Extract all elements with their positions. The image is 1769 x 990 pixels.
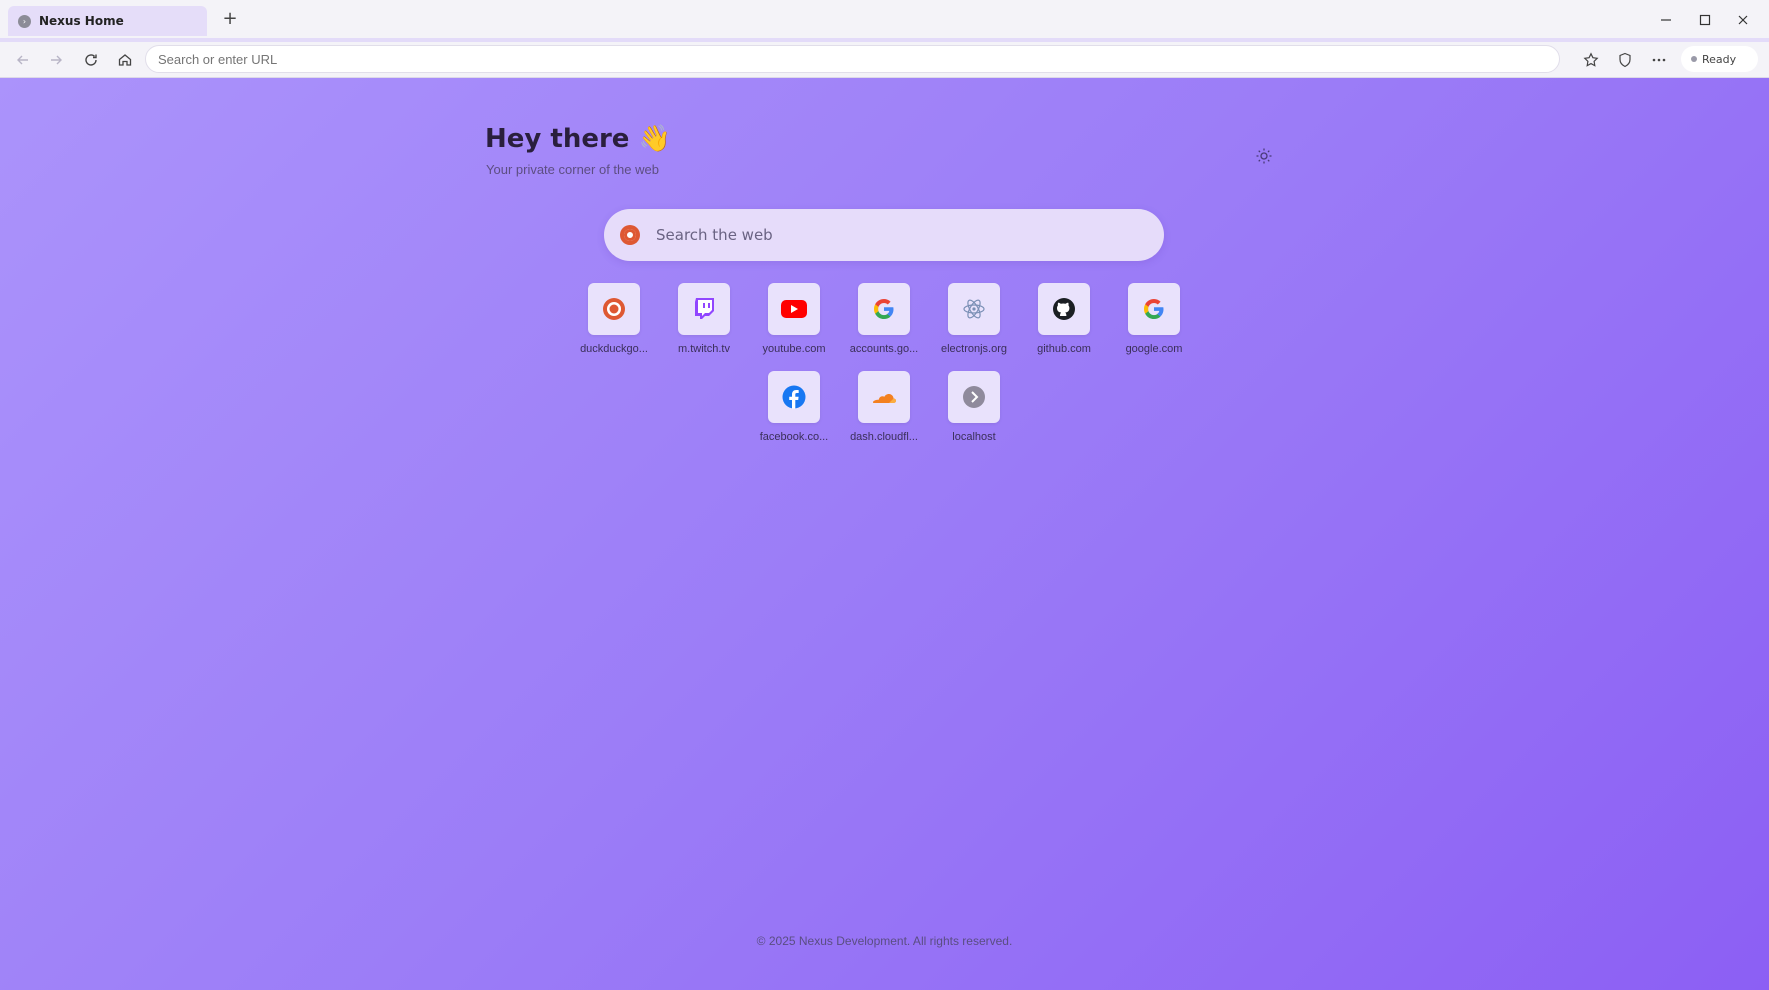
tab-nexus-home[interactable]: › Nexus Home bbox=[8, 6, 207, 36]
shortcut-label: m.twitch.tv bbox=[678, 343, 730, 355]
status-dot bbox=[1691, 56, 1697, 62]
home-button[interactable] bbox=[113, 48, 137, 72]
arrow-right-icon bbox=[51, 55, 62, 65]
shortcut-accounts-google[interactable]: accounts.go... bbox=[836, 283, 926, 363]
shortcut-label: youtube.com bbox=[762, 343, 826, 355]
close-button[interactable] bbox=[1731, 8, 1755, 32]
shortcut-cloudflare[interactable]: dash.cloudfl... bbox=[836, 371, 926, 451]
shortcut-label: dash.cloudfl... bbox=[850, 431, 918, 443]
duckduckgo-icon[interactable] bbox=[620, 225, 640, 245]
page-footer: © 2025 Nexus Development. All rights res… bbox=[756, 934, 1013, 948]
status-text: Ready bbox=[1702, 52, 1737, 66]
shortcut-label: facebook.co... bbox=[759, 431, 829, 443]
shortcut-twitch[interactable]: m.twitch.tv bbox=[656, 283, 746, 363]
page-title: Hey there 👋 bbox=[485, 124, 671, 154]
home-icon bbox=[118, 54, 132, 66]
new-tab-button[interactable]: + bbox=[219, 6, 241, 30]
shortcut-label: accounts.go... bbox=[849, 343, 919, 355]
chevron-right-icon bbox=[948, 371, 1000, 423]
forward-button[interactable] bbox=[44, 48, 68, 72]
shortcut-google[interactable]: google.com bbox=[1106, 283, 1196, 363]
youtube-icon bbox=[768, 283, 820, 335]
shortcut-label: google.com bbox=[1125, 343, 1183, 355]
minimize-button[interactable] bbox=[1654, 8, 1678, 32]
url-input[interactable] bbox=[145, 45, 1560, 73]
minimize-icon bbox=[1661, 19, 1671, 21]
reload-button[interactable] bbox=[79, 48, 103, 72]
google-icon bbox=[858, 283, 910, 335]
navigation-toolbar: Ready bbox=[0, 38, 1769, 78]
shield-icon bbox=[1619, 52, 1631, 68]
tab-bar: › Nexus Home + bbox=[0, 0, 1769, 38]
shortcut-label: localhost bbox=[952, 431, 996, 443]
back-button[interactable] bbox=[11, 48, 35, 72]
sun-icon bbox=[1256, 148, 1272, 164]
bookmark-button[interactable] bbox=[1579, 48, 1603, 72]
maximize-icon bbox=[1699, 14, 1711, 26]
page-subtitle: Your private corner of the web bbox=[486, 162, 659, 177]
shortcut-github[interactable]: github.com bbox=[1016, 283, 1106, 363]
shortcut-electronjs[interactable]: electronjs.org bbox=[926, 283, 1016, 363]
shortcut-youtube[interactable]: youtube.com bbox=[746, 283, 836, 363]
maximize-button[interactable] bbox=[1693, 8, 1717, 32]
facebook-icon bbox=[768, 371, 820, 423]
shortcut-facebook[interactable]: facebook.co... bbox=[746, 371, 836, 451]
close-icon bbox=[1738, 15, 1748, 25]
reload-icon bbox=[85, 54, 97, 66]
shortcut-label: electronjs.org bbox=[940, 343, 1008, 355]
search-input[interactable] bbox=[656, 226, 1126, 244]
google-icon bbox=[1128, 283, 1180, 335]
duckduckgo-icon bbox=[588, 283, 640, 335]
status-badge: Ready bbox=[1681, 46, 1758, 72]
shortcut-duckduckgo[interactable]: duckduckgo... bbox=[566, 283, 656, 363]
shortcut-label: duckduckgo... bbox=[580, 343, 648, 355]
arrow-left-icon bbox=[17, 55, 28, 65]
electron-icon bbox=[948, 283, 1000, 335]
tab-title: Nexus Home bbox=[39, 14, 124, 28]
chevron-right-icon: › bbox=[18, 14, 31, 28]
cloudflare-icon bbox=[858, 371, 910, 423]
twitch-icon bbox=[678, 283, 730, 335]
shortcut-localhost[interactable]: localhost bbox=[926, 371, 1016, 451]
star-icon bbox=[1583, 52, 1599, 67]
new-tab-page: Hey there 👋 Your private corner of the w… bbox=[0, 78, 1769, 990]
theme-toggle-button[interactable] bbox=[1252, 144, 1276, 168]
search-box[interactable] bbox=[604, 209, 1164, 261]
more-horizontal-icon bbox=[1652, 58, 1666, 62]
shield-button[interactable] bbox=[1613, 48, 1637, 72]
shortcut-label: github.com bbox=[1037, 343, 1091, 355]
github-icon bbox=[1038, 283, 1090, 335]
more-menu-button[interactable] bbox=[1647, 48, 1671, 72]
